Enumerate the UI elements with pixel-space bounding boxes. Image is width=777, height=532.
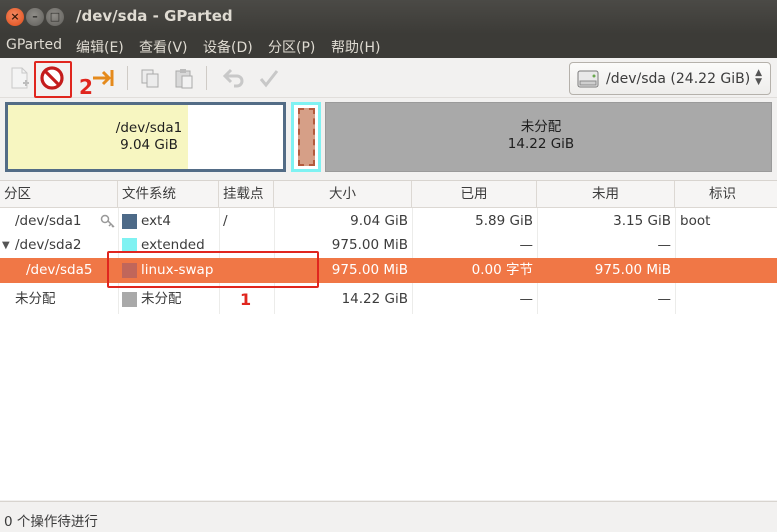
- filesystem-color-swatch: [122, 292, 137, 307]
- close-window-button[interactable]: ×: [6, 8, 24, 26]
- diskmap-partition-extended[interactable]: [291, 102, 321, 172]
- cell-unused: —: [657, 291, 672, 307]
- diskmap-sda1-size: 9.04 GiB: [120, 137, 178, 153]
- checkmark-icon: [259, 70, 279, 88]
- column-header-unused[interactable]: 未用: [537, 181, 675, 208]
- cell-filesystem: 未分配: [141, 291, 182, 307]
- paste-icon: [175, 69, 193, 89]
- minimize-window-button[interactable]: –: [26, 8, 44, 26]
- toolbar-separator: [206, 66, 207, 90]
- menu-view[interactable]: 查看(V): [139, 37, 188, 57]
- diskmap-sda1-name: /dev/sda1: [115, 120, 183, 136]
- cell-used: 5.89 GiB: [475, 213, 533, 229]
- paste-button[interactable]: [170, 64, 198, 92]
- cell-used: —: [519, 237, 534, 253]
- hard-disk-icon: [577, 70, 599, 88]
- maximize-window-button[interactable]: □: [46, 8, 64, 26]
- table-row-unallocated[interactable]: 未分配 未分配 14.22 GiB — —: [0, 287, 777, 312]
- device-selector[interactable]: /dev/sda (24.22 GiB) ▲ ▼: [569, 62, 771, 95]
- cell-unused: 3.15 GiB: [613, 213, 671, 229]
- menu-help[interactable]: 帮助(H): [331, 37, 380, 57]
- cell-partition: 未分配: [15, 291, 56, 307]
- cell-unused: —: [657, 237, 672, 253]
- new-partition-button[interactable]: [6, 64, 34, 92]
- table-header: 分区 文件系统 挂载点 大小 已用 未用 标识: [0, 181, 777, 208]
- apply-button[interactable]: [255, 64, 283, 92]
- status-text: 0 个操作待进行: [4, 514, 98, 530]
- menu-device[interactable]: 设备(D): [203, 37, 253, 57]
- cell-mountpoint: /: [223, 213, 228, 229]
- cell-partition: /dev/sda2: [15, 237, 82, 253]
- cell-unused: 975.00 MiB: [594, 262, 671, 278]
- menu-partition[interactable]: 分区(P): [268, 37, 315, 57]
- key-icon: [100, 214, 115, 228]
- column-header-mountpoint[interactable]: 挂载点: [219, 181, 274, 208]
- toolbar-separator: [127, 66, 128, 90]
- annotation-number-1: 1: [240, 290, 252, 309]
- menu-bar: GParted 编辑(E) 查看(V) 设备(D) 分区(P) 帮助(H): [0, 34, 777, 58]
- column-header-used[interactable]: 已用: [412, 181, 537, 208]
- column-header-size[interactable]: 大小: [274, 181, 412, 208]
- diskmap-unallocated[interactable]: 未分配 14.22 GiB: [325, 102, 772, 172]
- new-document-icon: [11, 67, 29, 89]
- annotation-box-row: [107, 251, 319, 288]
- column-header-filesystem[interactable]: 文件系统: [118, 181, 219, 208]
- title-bar: × – □ /dev/sda - GParted: [0, 0, 777, 34]
- resize-move-icon: [93, 70, 114, 86]
- expander-arrow-icon[interactable]: ▼: [2, 233, 10, 258]
- undo-icon: [222, 68, 244, 88]
- annotation-box-toolbar: [34, 61, 72, 98]
- chevron-updown-icon: ▲ ▼: [755, 68, 762, 87]
- status-bar: 0 个操作待进行: [0, 501, 777, 532]
- cell-size: 14.22 GiB: [341, 291, 408, 307]
- cell-partition: /dev/sda1: [15, 213, 82, 229]
- diskmap-partition-sda1[interactable]: /dev/sda1 9.04 GiB: [5, 102, 286, 172]
- cell-used: 0.00 字节: [471, 262, 533, 278]
- resize-move-button[interactable]: [90, 64, 118, 92]
- diskmap-unallocated-size: 14.22 GiB: [507, 136, 575, 152]
- table-row-sda1[interactable]: /dev/sda1 ext4 / 9.04 GiB 5.89 GiB 3.15 …: [0, 209, 777, 234]
- menu-gparted[interactable]: GParted: [6, 37, 62, 53]
- copy-button[interactable]: [136, 64, 164, 92]
- disk-map: /dev/sda1 9.04 GiB 未分配 14.22 GiB: [0, 98, 777, 178]
- partition-table: 分区 文件系统 挂载点 大小 已用 未用 标识 /dev/sda1 ext4 /…: [0, 180, 777, 500]
- device-selector-label: /dev/sda (24.22 GiB): [606, 71, 751, 87]
- copy-icon: [141, 69, 159, 88]
- cell-partition: /dev/sda5: [26, 262, 93, 278]
- cell-filesystem: ext4: [141, 213, 171, 229]
- menu-edit[interactable]: 编辑(E): [76, 37, 124, 57]
- diskmap-partition-sda5[interactable]: [298, 108, 315, 166]
- window-title: /dev/sda - GParted: [76, 7, 233, 25]
- column-header-flags[interactable]: 标识: [675, 181, 777, 208]
- diskmap-unallocated-name: 未分配: [520, 119, 562, 135]
- cell-flags: boot: [680, 213, 711, 229]
- cell-size: 9.04 GiB: [350, 213, 408, 229]
- column-header-partition[interactable]: 分区: [0, 181, 118, 208]
- undo-button[interactable]: [220, 64, 248, 92]
- filesystem-color-swatch: [122, 214, 137, 229]
- cell-used: —: [519, 291, 534, 307]
